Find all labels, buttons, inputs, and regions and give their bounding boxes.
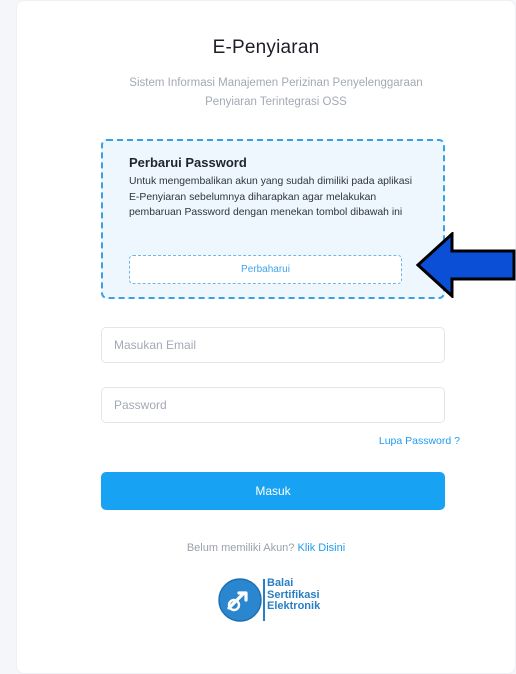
subtitle-line-1: Sistem Informasi Manajemen Perizinan Pen… [129, 77, 423, 89]
page-title: E-Penyiaran [212, 37, 320, 58]
subtitle-line-2: Penyiaran Terintegrasi OSS [205, 96, 347, 108]
update-password-button[interactable]: Perbaharui [129, 255, 402, 284]
bse-wordmark: Balai Sertifikasi Elektronik [267, 577, 321, 613]
forgot-password-link[interactable]: Lupa Password ? [379, 435, 460, 447]
notice-title: Perbarui Password [129, 155, 247, 170]
register-prompt-text: Belum memiliki Akun? [186, 542, 298, 554]
page-subtitle: Sistem Informasi Manajemen Perizinan Pen… [97, 74, 455, 112]
bse-logo-icon [218, 578, 262, 622]
login-button[interactable]: Masuk [101, 472, 445, 510]
register-link[interactable]: Klik Disini [297, 542, 345, 554]
bse-text-line3: Elektronik [267, 600, 321, 612]
bse-logo: Balai Sertifikasi Elektronik [217, 575, 337, 625]
password-input[interactable] [101, 387, 445, 423]
register-prompt: Belum memiliki Akun? Klik Disini [17, 542, 515, 554]
update-password-notice: Perbarui Password Untuk mengembalikan ak… [101, 139, 445, 299]
bse-divider [263, 579, 265, 621]
left-arrow-annotation-icon [416, 232, 516, 298]
email-input[interactable] [101, 327, 445, 363]
notice-body: Untuk mengembalikan akun yang sudah dimi… [129, 176, 413, 218]
bse-text-line1: Balai [267, 577, 294, 589]
login-card: E-Penyiaran Sistem Informasi Manajemen P… [16, 0, 516, 674]
